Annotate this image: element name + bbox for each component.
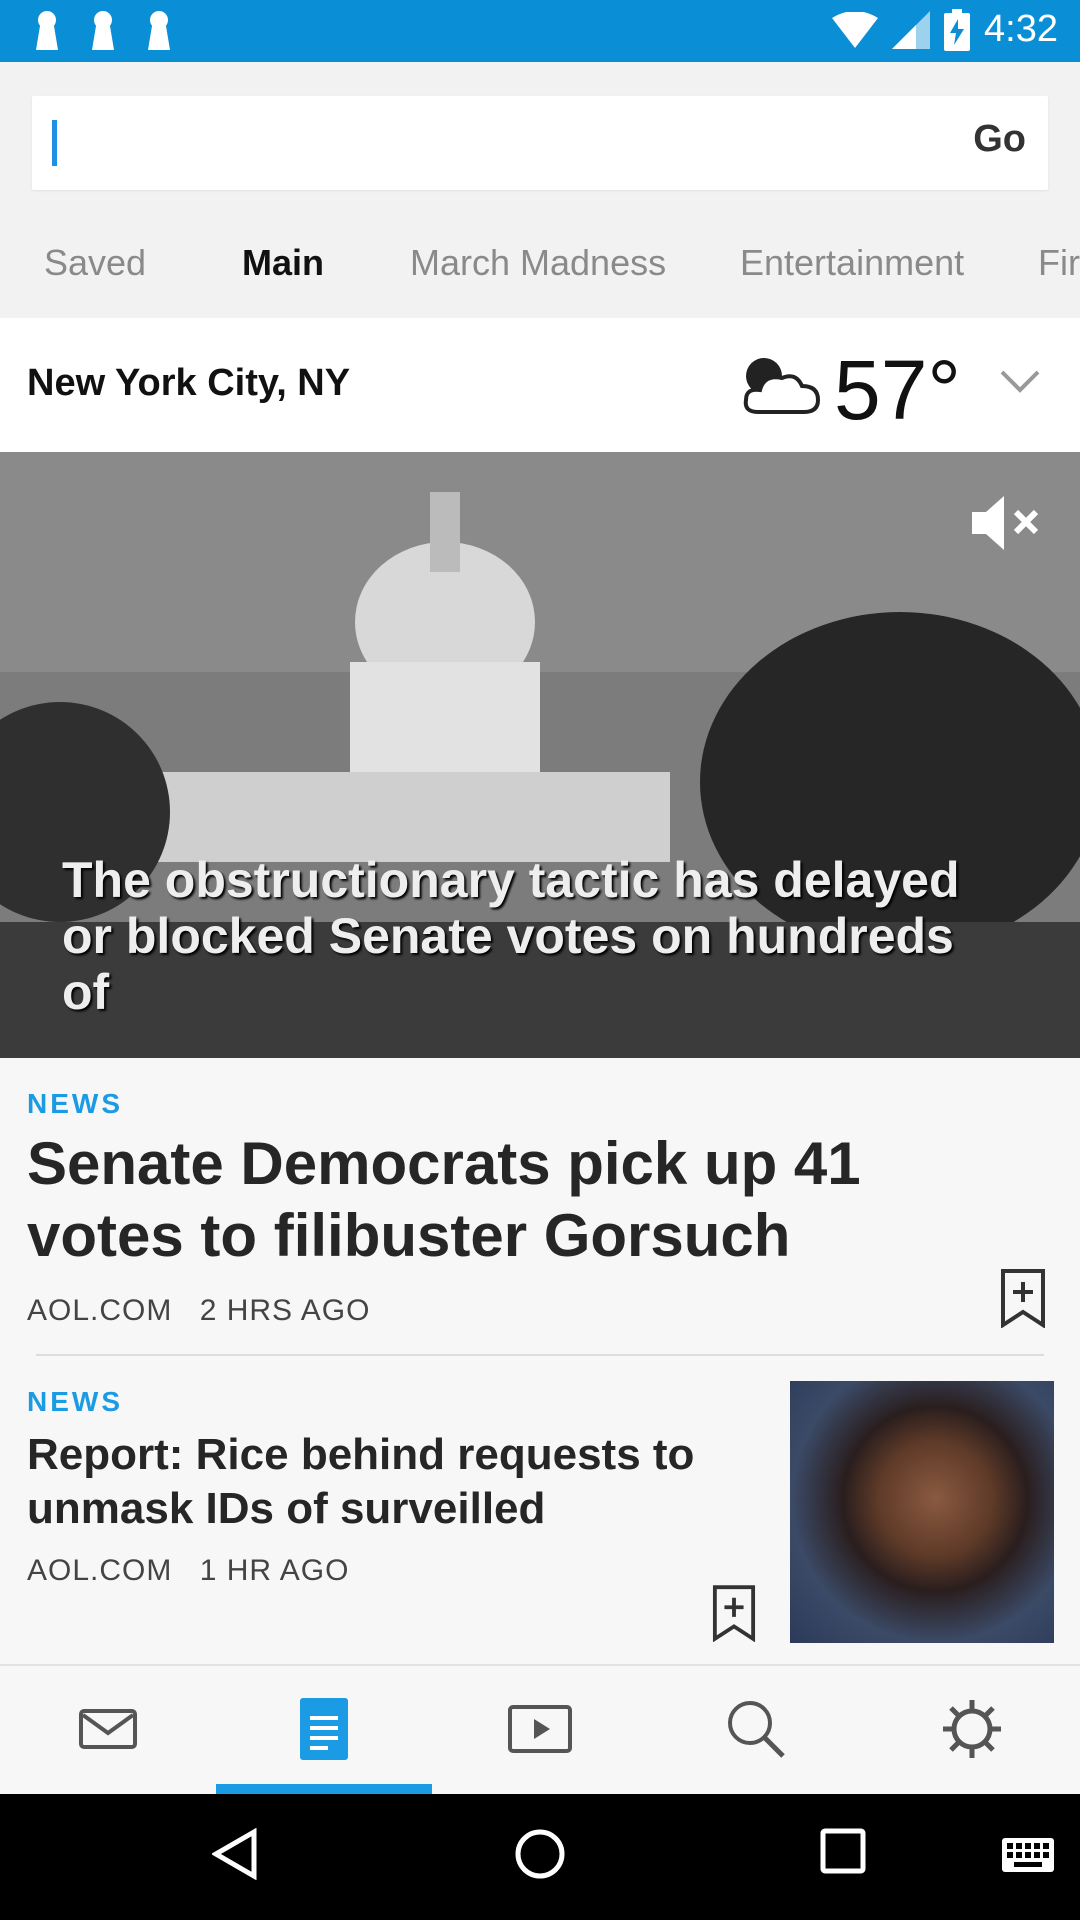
nav-settings[interactable] <box>932 1694 1012 1764</box>
active-tab-indicator <box>216 1784 432 1794</box>
search-box[interactable]: Go <box>32 96 1048 190</box>
search-input[interactable] <box>68 96 948 190</box>
mail-icon <box>79 1709 137 1749</box>
keyhole-icon <box>36 11 58 50</box>
tab-march-madness[interactable]: March Madness <box>410 242 666 284</box>
article-title[interactable]: Report: Rice behind requests to unmask I… <box>27 1428 767 1536</box>
recents-icon[interactable] <box>820 1828 866 1874</box>
weather-bar[interactable]: New York City, NY 57° <box>0 318 1080 452</box>
chevron-down-icon[interactable] <box>998 368 1042 396</box>
article-category: NEWS <box>27 1386 123 1417</box>
keyboard-icon[interactable] <box>1002 1838 1054 1872</box>
wifi-icon <box>832 11 879 48</box>
article-meta: AOL.COM 2 HRS AGO <box>27 1294 370 1328</box>
news-icon <box>300 1698 348 1760</box>
tab-saved[interactable]: Saved <box>44 242 146 284</box>
nav-video[interactable] <box>500 1694 580 1764</box>
clock: 4:32 <box>984 8 1058 50</box>
tab-finance[interactable]: Fir <box>1038 242 1080 284</box>
bottom-nav <box>0 1664 1080 1794</box>
text-cursor <box>52 120 57 166</box>
bookmark-icon[interactable] <box>1000 1268 1046 1328</box>
bookmark-icon[interactable] <box>712 1584 756 1642</box>
article-category: NEWS <box>27 1088 123 1119</box>
article-source: AOL.COM <box>27 1294 173 1327</box>
tab-entertainment[interactable]: Entertainment <box>740 242 964 284</box>
video-caption: The obstructionary tactic has delayed or… <box>62 852 960 1020</box>
article-title[interactable]: Senate Democrats pick up 41 votes to fil… <box>27 1128 987 1272</box>
article-card[interactable]: NEWS Senate Democrats pick up 41 votes t… <box>0 1058 1080 1358</box>
back-icon[interactable] <box>212 1828 258 1880</box>
article-time: 1 HR AGO <box>199 1554 350 1587</box>
keyhole-icon <box>92 11 114 50</box>
article-time: 2 HRS AGO <box>199 1294 371 1327</box>
system-nav-bar <box>0 1794 1080 1920</box>
home-icon[interactable] <box>514 1828 566 1880</box>
settings-icon <box>943 1700 1001 1758</box>
mute-icon[interactable] <box>968 492 1044 554</box>
temperature: 57° <box>834 343 962 437</box>
search-icon <box>728 1701 785 1758</box>
signal-icon <box>892 10 931 49</box>
nav-mail[interactable] <box>68 1694 148 1764</box>
cloudy-icon <box>743 358 821 414</box>
battery-icon <box>944 8 971 51</box>
article-meta: AOL.COM 1 HR AGO <box>27 1554 349 1588</box>
article-source: AOL.COM <box>27 1554 173 1587</box>
nav-search[interactable] <box>716 1694 796 1764</box>
article-thumbnail[interactable] <box>790 1381 1054 1643</box>
article-card[interactable]: NEWS Report: Rice behind requests to unm… <box>0 1358 1080 1664</box>
nav-news[interactable] <box>284 1694 364 1764</box>
notification-icons <box>34 10 172 52</box>
hero-video[interactable]: The obstructionary tactic has delayed or… <box>0 452 1080 1058</box>
header: Go Saved Main March Madness Entertainmen… <box>0 62 1080 318</box>
category-tabs: Saved Main March Madness Entertainment F… <box>0 232 1080 302</box>
tab-main[interactable]: Main <box>242 242 324 284</box>
keyhole-icon <box>148 11 170 50</box>
weather-city: New York City, NY <box>27 362 351 404</box>
status-bar: 4:32 <box>0 0 1080 62</box>
divider <box>36 1354 1044 1356</box>
go-button[interactable]: Go <box>973 118 1026 161</box>
video-icon <box>508 1705 572 1753</box>
